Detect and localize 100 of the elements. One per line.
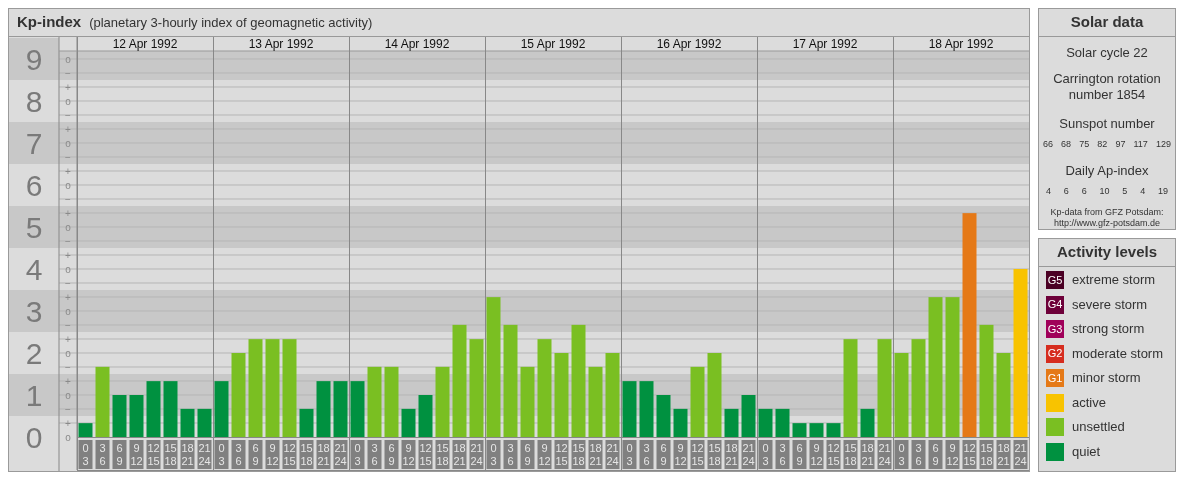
x-tick-label: 0 3 (626, 442, 633, 467)
y-axis-label: 9 (25, 43, 43, 76)
minor-tick-label: + (65, 249, 71, 261)
y-axis-shaded-cell (9, 206, 59, 248)
legend-label: strong storm (1072, 320, 1145, 339)
y-axis-label: 5 (25, 211, 43, 244)
minor-tick-label: + (65, 207, 71, 219)
sunspot-number: 68 (1061, 137, 1072, 151)
legend-swatch: G1 (1046, 369, 1064, 387)
minor-tick-label: − (65, 319, 71, 331)
x-tick-label: 6 9 (388, 442, 395, 467)
minor-tick-label: + (65, 165, 71, 177)
x-tick-label: 0 3 (898, 442, 905, 467)
day-label: 16 Apr 1992 (656, 37, 722, 51)
x-tick-label: 0 3 (490, 442, 497, 467)
minor-tick-label: o (65, 263, 71, 275)
data-credit-url: http://www.gfz-potsdam.de (1053, 218, 1161, 229)
sunspot-number: 66 (1043, 137, 1053, 151)
x-tick-label: 3 6 (915, 442, 922, 467)
legend-label: minor storm (1072, 369, 1141, 388)
y-axis-shaded-cell (9, 290, 59, 332)
minor-tick-label: + (65, 123, 71, 135)
legend-swatch: G2 (1046, 344, 1064, 363)
x-tick-label: 6 9 (660, 442, 667, 467)
legend-label: moderate storm (1072, 344, 1164, 363)
panel-title: Activity levels (1039, 239, 1175, 267)
panel-title: Solar data (1039, 9, 1175, 37)
ap-index-value: 6 (1063, 184, 1069, 198)
day-label: 17 Apr 1992 (792, 37, 858, 51)
x-tick-label: 3 6 (235, 442, 242, 467)
day-label: 15 Apr 1992 (520, 37, 586, 51)
data-credit-text: Kp-data from GFZ Potsdam: (1050, 207, 1164, 218)
minor-tick-label: o (65, 179, 71, 191)
x-tick-label: 0 3 (354, 442, 361, 467)
x-tick-label: 6 9 (932, 442, 939, 467)
y-axis-shaded-cell (9, 374, 59, 416)
minor-tick-label: o (65, 95, 71, 107)
legend-label: quiet (1072, 442, 1101, 461)
x-tick-label: 0 3 (218, 442, 225, 467)
legend-swatch: G3 (1046, 320, 1064, 338)
ap-index-value: 10 (1099, 184, 1110, 198)
panel-subtitle: (planetary 3-hourly index of geomagnetic activity) (89, 13, 373, 32)
minor-tick-label: + (65, 291, 71, 303)
sunspot-number: 97 (1115, 137, 1126, 151)
sunspot-number-heading: Sunspot number (1059, 115, 1155, 133)
minor-tick-label: − (65, 403, 71, 415)
minor-tick-label: + (65, 333, 71, 345)
y-axis-label: 8 (25, 85, 43, 118)
x-tick-label: 0 3 (82, 442, 89, 467)
x-tick-label: 6 9 (116, 442, 123, 467)
day-label: 13 Apr 1992 (248, 37, 314, 51)
minor-tick-label: − (65, 235, 71, 247)
y-axis-shaded-cell (9, 122, 59, 164)
y-axis-label: 1 (25, 379, 43, 412)
y-axis-label: 0 (25, 421, 43, 454)
day-label: 12 Apr 1992 (112, 37, 178, 51)
y-axis-label: 4 (25, 253, 43, 286)
ap-index-value: 4 (1046, 184, 1051, 198)
x-tick-label: 6 9 (524, 442, 531, 467)
y-axis-label: 6 (25, 169, 43, 202)
sunspot-number: 82 (1097, 137, 1108, 151)
minor-tick-label: + (65, 81, 71, 93)
day-label: 14 Apr 1992 (384, 37, 450, 51)
minor-tick-label: − (65, 151, 71, 163)
legend-swatch: G5 (1046, 271, 1064, 289)
x-tick-label: 3 6 (371, 442, 378, 467)
legend-label: extreme storm (1072, 271, 1156, 290)
sunspot-number: 117 (1133, 137, 1148, 151)
x-tick-label: 3 6 (643, 442, 650, 467)
y-axis-label: 2 (25, 337, 43, 370)
y-axis-label: 3 (25, 295, 43, 328)
ap-index-value: 4 (1140, 184, 1146, 198)
ap-index-value: 6 (1081, 184, 1087, 198)
carrington-rotation-text: Carrington rotation number 1854 (1052, 71, 1162, 103)
ap-index-value: 19 (1157, 184, 1168, 198)
y-axis-label: 7 (25, 127, 43, 160)
panel-title: Kp-index (17, 12, 82, 33)
x-tick-label: 0 3 (762, 442, 769, 467)
minor-tick-label: − (65, 193, 71, 205)
minor-tick-label: o (65, 347, 71, 359)
minor-tick-label: − (65, 109, 71, 121)
legend-label: unsettled (1072, 418, 1125, 437)
ap-index-value: 5 (1122, 184, 1128, 198)
x-tick-label: 6 9 (796, 442, 803, 467)
x-tick-label: 3 6 (99, 442, 106, 467)
x-tick-label: 3 6 (779, 442, 786, 467)
minor-tick-label: − (65, 277, 71, 289)
solar-cycle-text: Solar cycle 22 (1066, 43, 1148, 62)
sunspot-number: 75 (1079, 137, 1090, 151)
sunspot-number: 129 (1155, 137, 1171, 151)
minor-tick-label: − (65, 67, 71, 79)
y-axis-shaded-cell (9, 38, 59, 80)
day-label: 18 Apr 1992 (928, 37, 994, 51)
minor-tick-label: − (65, 361, 71, 373)
minor-tick-label: o (65, 431, 71, 443)
minor-tick-label: + (65, 375, 71, 387)
minor-tick-label: + (65, 417, 71, 429)
legend-label: severe storm (1072, 295, 1148, 314)
ap-index-heading: Daily Ap-index (1065, 162, 1149, 180)
legend-swatch: G4 (1046, 295, 1064, 314)
